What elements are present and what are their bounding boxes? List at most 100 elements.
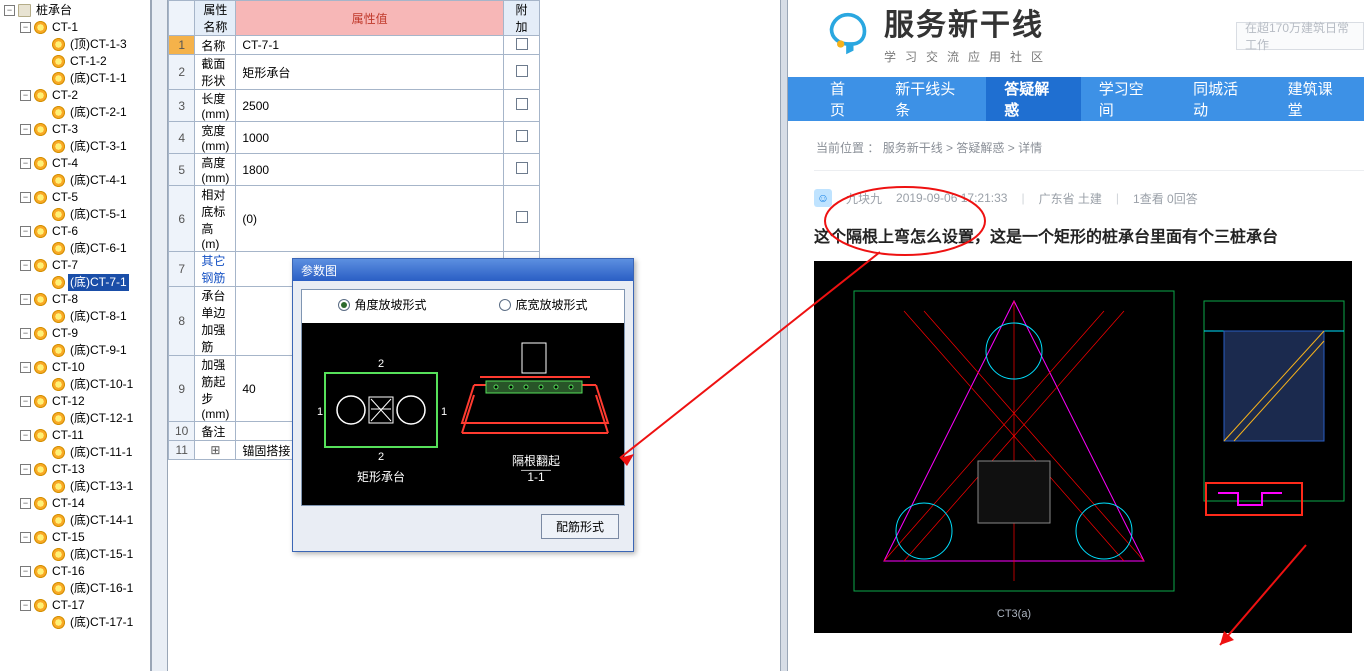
dialog-title[interactable]: 参数图 (293, 259, 633, 281)
tree-item[interactable]: CT-8 (50, 291, 80, 308)
prop-row[interactable]: 3长度(mm) 2500 (169, 90, 540, 122)
expand-icon[interactable]: − (20, 90, 31, 101)
tree-item[interactable]: (底)CT-3-1 (68, 138, 129, 155)
tree-item[interactable]: (底)CT-11-1 (68, 444, 134, 461)
tree-item[interactable]: CT-2 (50, 87, 80, 104)
nav-item[interactable]: 同城活动 (1175, 77, 1269, 121)
expand-icon[interactable]: − (20, 226, 31, 237)
prop-row[interactable]: 6相对底标高(m) (0) (169, 186, 540, 252)
expand-icon[interactable]: − (20, 396, 31, 407)
expand-icon[interactable]: − (20, 192, 31, 203)
prop-name[interactable]: 名称 (195, 36, 236, 55)
prop-row[interactable]: 4宽度(mm) 1000 (169, 122, 540, 154)
tree-item[interactable]: CT-16 (50, 563, 87, 580)
row-number[interactable]: 8 (169, 287, 195, 356)
prop-row[interactable]: 2截面形状 矩形承台 (169, 55, 540, 90)
prop-value[interactable]: 1800 (236, 154, 504, 186)
crumb-link[interactable]: 答疑解惑 (956, 141, 1004, 155)
radio-angle-slope[interactable]: 角度放坡形式 (338, 296, 426, 313)
prop-name[interactable]: 其它钢筋 (195, 252, 236, 287)
prop-extra-checkbox[interactable] (504, 36, 540, 55)
prop-extra-checkbox[interactable] (504, 154, 540, 186)
row-number[interactable]: 10 (169, 422, 195, 441)
nav-item[interactable]: 首页 (812, 77, 877, 121)
pane-gutter[interactable] (152, 0, 168, 671)
crumb-link[interactable]: 详情 (1018, 141, 1042, 155)
row-number[interactable]: 1 (169, 36, 195, 55)
tree-item[interactable]: (底)CT-1-1 (68, 70, 129, 87)
tree-item[interactable]: (底)CT-4-1 (68, 172, 129, 189)
col-extra[interactable]: 附加 (504, 1, 540, 36)
tree-item[interactable]: (底)CT-7-1 (68, 274, 129, 291)
tree-item[interactable]: (底)CT-15-1 (68, 546, 135, 563)
prop-row[interactable]: 1名称 CT-7-1 (169, 36, 540, 55)
prop-extra-checkbox[interactable] (504, 122, 540, 154)
row-number[interactable]: 2 (169, 55, 195, 90)
tree-item[interactable]: (底)CT-13-1 (68, 478, 135, 495)
prop-name[interactable]: 宽度(mm) (195, 122, 236, 154)
prop-name[interactable]: 高度(mm) (195, 154, 236, 186)
tree-item[interactable]: (底)CT-5-1 (68, 206, 129, 223)
tree-item[interactable]: CT-10 (50, 359, 87, 376)
prop-value[interactable]: CT-7-1 (236, 36, 504, 55)
tree-item[interactable]: (底)CT-12-1 (68, 410, 135, 427)
expand-icon[interactable]: − (20, 328, 31, 339)
avatar-icon[interactable]: ☺ (814, 189, 832, 207)
expand-icon[interactable]: − (4, 5, 15, 16)
tree-item[interactable]: CT-9 (50, 325, 80, 342)
row-number[interactable]: 7 (169, 252, 195, 287)
rebar-form-button[interactable]: 配筋形式 (541, 514, 619, 539)
prop-name[interactable]: 截面形状 (195, 55, 236, 90)
prop-value[interactable]: (0) (236, 186, 504, 252)
prop-row[interactable]: 5高度(mm) 1800 (169, 154, 540, 186)
tree-item[interactable]: CT-1-2 (68, 53, 109, 70)
tree-item[interactable]: (底)CT-6-1 (68, 240, 129, 257)
nav-item[interactable]: 建筑课堂 (1270, 77, 1364, 121)
search-input[interactable]: 在超170万建筑日常工作 (1236, 22, 1364, 50)
tree-item[interactable]: CT-5 (50, 189, 80, 206)
row-number[interactable]: 11 (169, 441, 195, 460)
tree-view[interactable]: − 桩承台− CT-1 (顶)CT-1-3 CT-1-2 (0, 0, 152, 671)
expand-icon[interactable]: − (20, 532, 31, 543)
row-number[interactable]: 3 (169, 90, 195, 122)
prop-extra-checkbox[interactable] (504, 90, 540, 122)
tree-item[interactable]: (顶)CT-1-3 (68, 36, 129, 53)
expand-icon[interactable]: − (20, 600, 31, 611)
tree-item[interactable]: CT-4 (50, 155, 80, 172)
tree-root-label[interactable]: 桩承台 (34, 2, 74, 19)
prop-value[interactable]: 矩形承台 (236, 55, 504, 90)
expand-icon[interactable]: − (20, 22, 31, 33)
tree-item[interactable]: CT-15 (50, 529, 87, 546)
tree-item[interactable]: CT-11 (50, 427, 86, 444)
expand-icon[interactable]: − (20, 464, 31, 475)
prop-extra-checkbox[interactable] (504, 55, 540, 90)
vertical-splitter[interactable] (780, 0, 788, 671)
col-value[interactable]: 属性值 (236, 1, 504, 36)
prop-name[interactable]: 承台单边加强筋 (195, 287, 236, 356)
col-name[interactable]: 属性名称 (195, 1, 236, 36)
tree-item[interactable]: CT-12 (50, 393, 87, 410)
expand-icon[interactable]: − (20, 566, 31, 577)
nav-item[interactable]: 新干线头条 (877, 77, 986, 121)
prop-name[interactable]: 长度(mm) (195, 90, 236, 122)
prop-name[interactable]: 加强筋起步(mm) (195, 356, 236, 422)
tree-item[interactable]: CT-14 (50, 495, 87, 512)
tree-item[interactable]: (底)CT-10-1 (68, 376, 135, 393)
expand-icon[interactable]: − (20, 260, 31, 271)
expand-icon[interactable]: − (20, 294, 31, 305)
tree-item[interactable]: (底)CT-9-1 (68, 342, 129, 359)
meta-user[interactable]: 九块九 (846, 190, 882, 207)
row-number[interactable]: 9 (169, 356, 195, 422)
tree-item[interactable]: CT-13 (50, 461, 87, 478)
expand-icon[interactable]: − (20, 158, 31, 169)
tree-item[interactable]: CT-1 (50, 19, 80, 36)
expand-icon[interactable]: − (20, 124, 31, 135)
tree-item[interactable]: (底)CT-14-1 (68, 512, 135, 529)
prop-value[interactable]: 2500 (236, 90, 504, 122)
tree-item[interactable]: CT-3 (50, 121, 80, 138)
crumb-link[interactable]: 服务新干线 (883, 141, 943, 155)
row-number[interactable]: 6 (169, 186, 195, 252)
expand-plus-icon[interactable]: ⊞ (195, 441, 236, 460)
prop-name[interactable]: 备注 (195, 422, 236, 441)
prop-name[interactable]: 相对底标高(m) (195, 186, 236, 252)
